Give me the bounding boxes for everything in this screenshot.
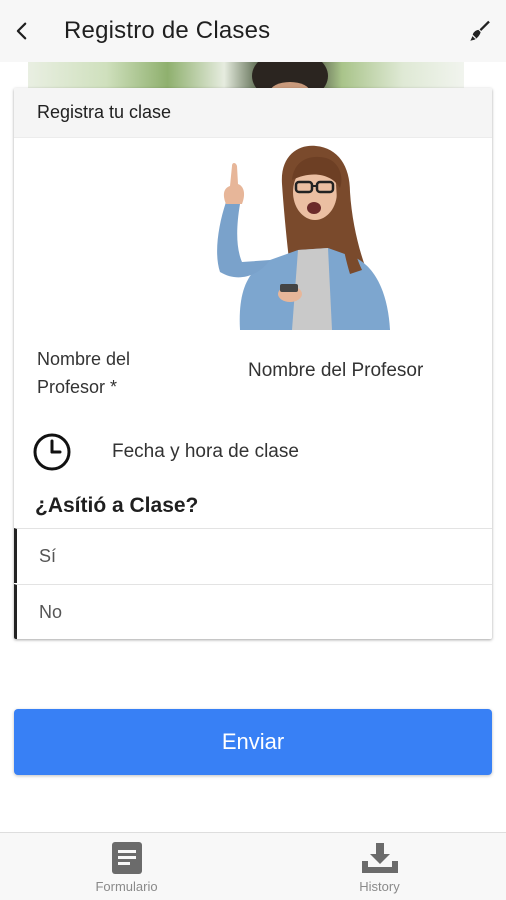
chevron-left-icon [16, 22, 27, 40]
attendance-option-yes[interactable]: Sí [14, 528, 492, 583]
attendance-question: ¿Asítió a Clase? [35, 494, 199, 517]
date-time-field[interactable]: Fecha y hora de clase [30, 430, 470, 474]
brush-icon [470, 20, 490, 41]
teacher-name-label: Nombre del Profesor * [37, 349, 131, 397]
nav-label-formulario: Formulario [95, 879, 158, 894]
date-time-placeholder: Fecha y hora de clase [112, 441, 299, 462]
clear-form-button[interactable] [462, 14, 496, 48]
woman-pointing-up-photo [200, 144, 410, 330]
back-button[interactable] [2, 11, 42, 51]
nav-item-formulario[interactable]: Formulario [0, 833, 253, 900]
document-icon [111, 842, 142, 874]
teacher-name-input[interactable]: Nombre del Profesor [248, 360, 478, 382]
page-title: Registro de Clases [64, 17, 271, 44]
app-bar: Registro de Clases [0, 0, 506, 62]
nav-label-history: History [359, 879, 400, 894]
submit-button[interactable]: Enviar [14, 709, 492, 775]
card-header: Registra tu clase [14, 88, 492, 138]
class-form-card: Registra tu clase Nombre del Profesor * … [14, 88, 492, 639]
bottom-navigation: Formulario History [0, 832, 506, 900]
attendance-option-no[interactable]: No [14, 584, 492, 639]
clock-icon [30, 430, 74, 474]
nav-item-history[interactable]: History [253, 833, 506, 900]
download-tray-icon [361, 843, 398, 873]
